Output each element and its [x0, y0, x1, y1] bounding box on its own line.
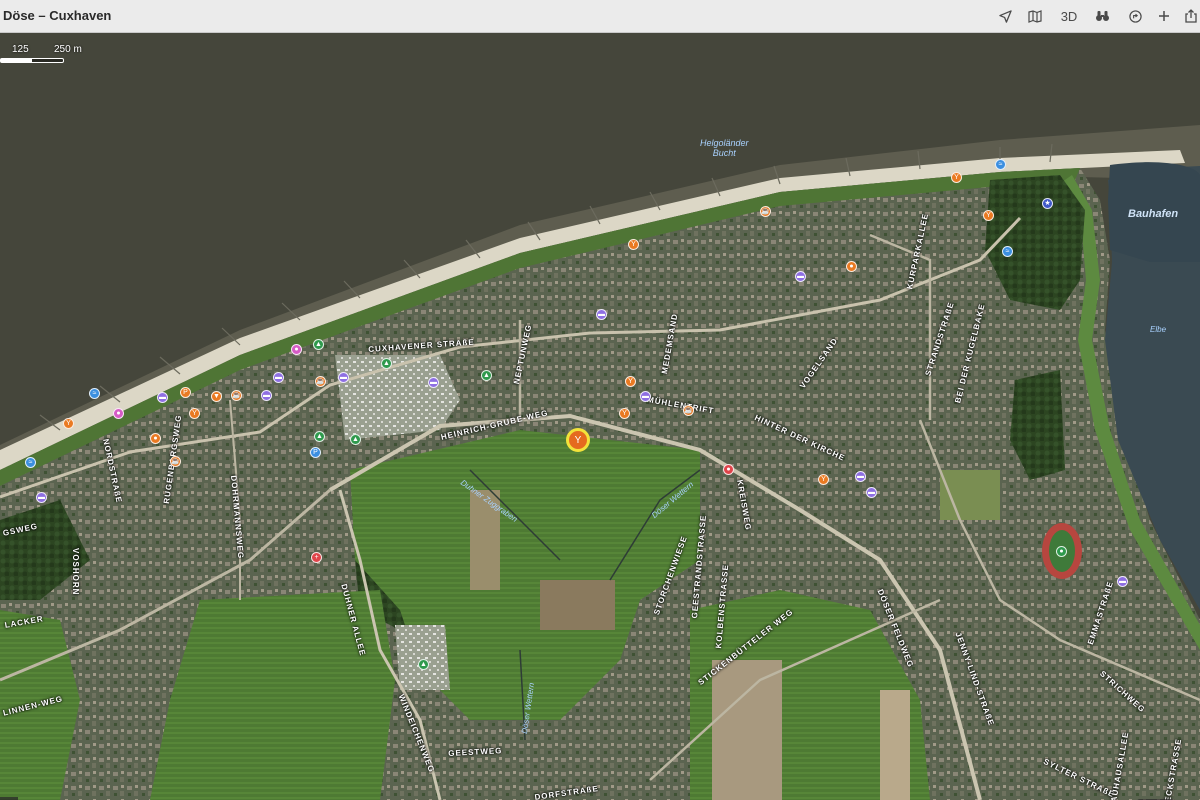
scale-label-125: 125	[12, 44, 29, 55]
restaurant-icon[interactable]: Y	[619, 408, 630, 419]
restaurant-icon[interactable]: ☕	[315, 376, 326, 387]
beach-icon[interactable]: ≈	[25, 457, 36, 468]
hotel-icon[interactable]: ▬	[338, 372, 349, 383]
hotel-icon[interactable]: ▬	[157, 392, 168, 403]
hotel-icon[interactable]: ▬	[596, 309, 607, 320]
shopping-icon[interactable]: ▼	[211, 391, 222, 402]
restaurant-icon[interactable]: Y	[818, 474, 829, 485]
scale-label-250: 250 m	[54, 44, 82, 55]
camping-icon[interactable]: ▲	[350, 434, 361, 445]
water-label-bay: Helgoländer Bucht	[700, 138, 749, 158]
hotel-icon[interactable]: ▬	[261, 390, 272, 401]
restaurant-icon[interactable]: Y	[625, 376, 636, 387]
satellite-map[interactable]: 125 250 m Helgoländer Bucht Bauhafen Elb…	[0, 33, 1200, 800]
beach-icon[interactable]: ≈	[89, 388, 100, 399]
hotel-icon[interactable]: ▬	[273, 372, 284, 383]
hotel-icon[interactable]: ▬	[36, 492, 47, 503]
camping-icon[interactable]: ▲	[381, 358, 392, 369]
street-label: VOSHORN	[71, 548, 80, 596]
title-bar: Döse – Cuxhaven 3D	[0, 0, 1200, 33]
restaurant-icon[interactable]: ☕	[170, 456, 181, 467]
hotel-icon[interactable]: ▬	[795, 271, 806, 282]
hospital-icon[interactable]: +	[311, 552, 322, 563]
selected-place-marker[interactable]: Y	[566, 428, 590, 452]
restaurant-icon[interactable]: Y	[63, 418, 74, 429]
window-title: Döse – Cuxhaven	[3, 8, 112, 23]
restaurant-icon[interactable]: P	[180, 387, 191, 398]
stadium-icon[interactable]: ●	[1056, 546, 1067, 557]
camping-icon[interactable]: ▲	[314, 431, 325, 442]
hotel-icon[interactable]: ▬	[855, 471, 866, 482]
restaurant-icon[interactable]: ●	[150, 433, 161, 444]
hotel-icon[interactable]: ▬	[866, 487, 877, 498]
restaurant-icon[interactable]: ●	[846, 261, 857, 272]
camping-icon[interactable]: ▲	[481, 370, 492, 381]
location-arrow-icon[interactable]	[996, 6, 1014, 26]
hotel-icon[interactable]: ▬	[428, 377, 439, 388]
beach-icon[interactable]: ≈	[1002, 246, 1013, 257]
map-icon[interactable]	[1026, 6, 1044, 26]
restaurant-icon[interactable]: Y	[628, 239, 639, 250]
water-label-river: Elbe	[1150, 325, 1167, 334]
shopping-icon[interactable]: ●	[113, 408, 124, 419]
hotel-icon[interactable]: ▬	[640, 391, 651, 402]
scale-bar-graphic	[0, 58, 64, 63]
plus-icon[interactable]	[1155, 6, 1173, 26]
restaurant-icon[interactable]: Y	[951, 172, 962, 183]
restaurant-icon[interactable]: Y	[983, 210, 994, 221]
camping-icon[interactable]: ▲	[313, 339, 324, 350]
restaurant-icon[interactable]: ☕	[231, 390, 242, 401]
landmark-icon[interactable]: ★	[1042, 198, 1053, 209]
shopping-icon[interactable]: ●	[291, 344, 302, 355]
directions-icon[interactable]	[1126, 6, 1144, 26]
hotel-icon[interactable]: ▬	[1117, 576, 1128, 587]
camping-icon[interactable]: ▲	[418, 659, 429, 670]
water-label-harbor: Bauhafen	[1128, 208, 1179, 220]
share-icon[interactable]	[1183, 6, 1199, 26]
binoculars-icon[interactable]	[1093, 6, 1111, 26]
restaurant-icon[interactable]: ☕	[683, 405, 694, 416]
restaurant-icon[interactable]: ☕	[760, 206, 771, 217]
beach-icon[interactable]: ≈	[995, 159, 1006, 170]
parking-icon[interactable]: P	[310, 447, 321, 458]
restaurant-icon[interactable]: Y	[189, 408, 200, 419]
3d-button[interactable]: 3D	[1058, 6, 1080, 26]
restaurant-icon[interactable]: ●	[723, 464, 734, 475]
